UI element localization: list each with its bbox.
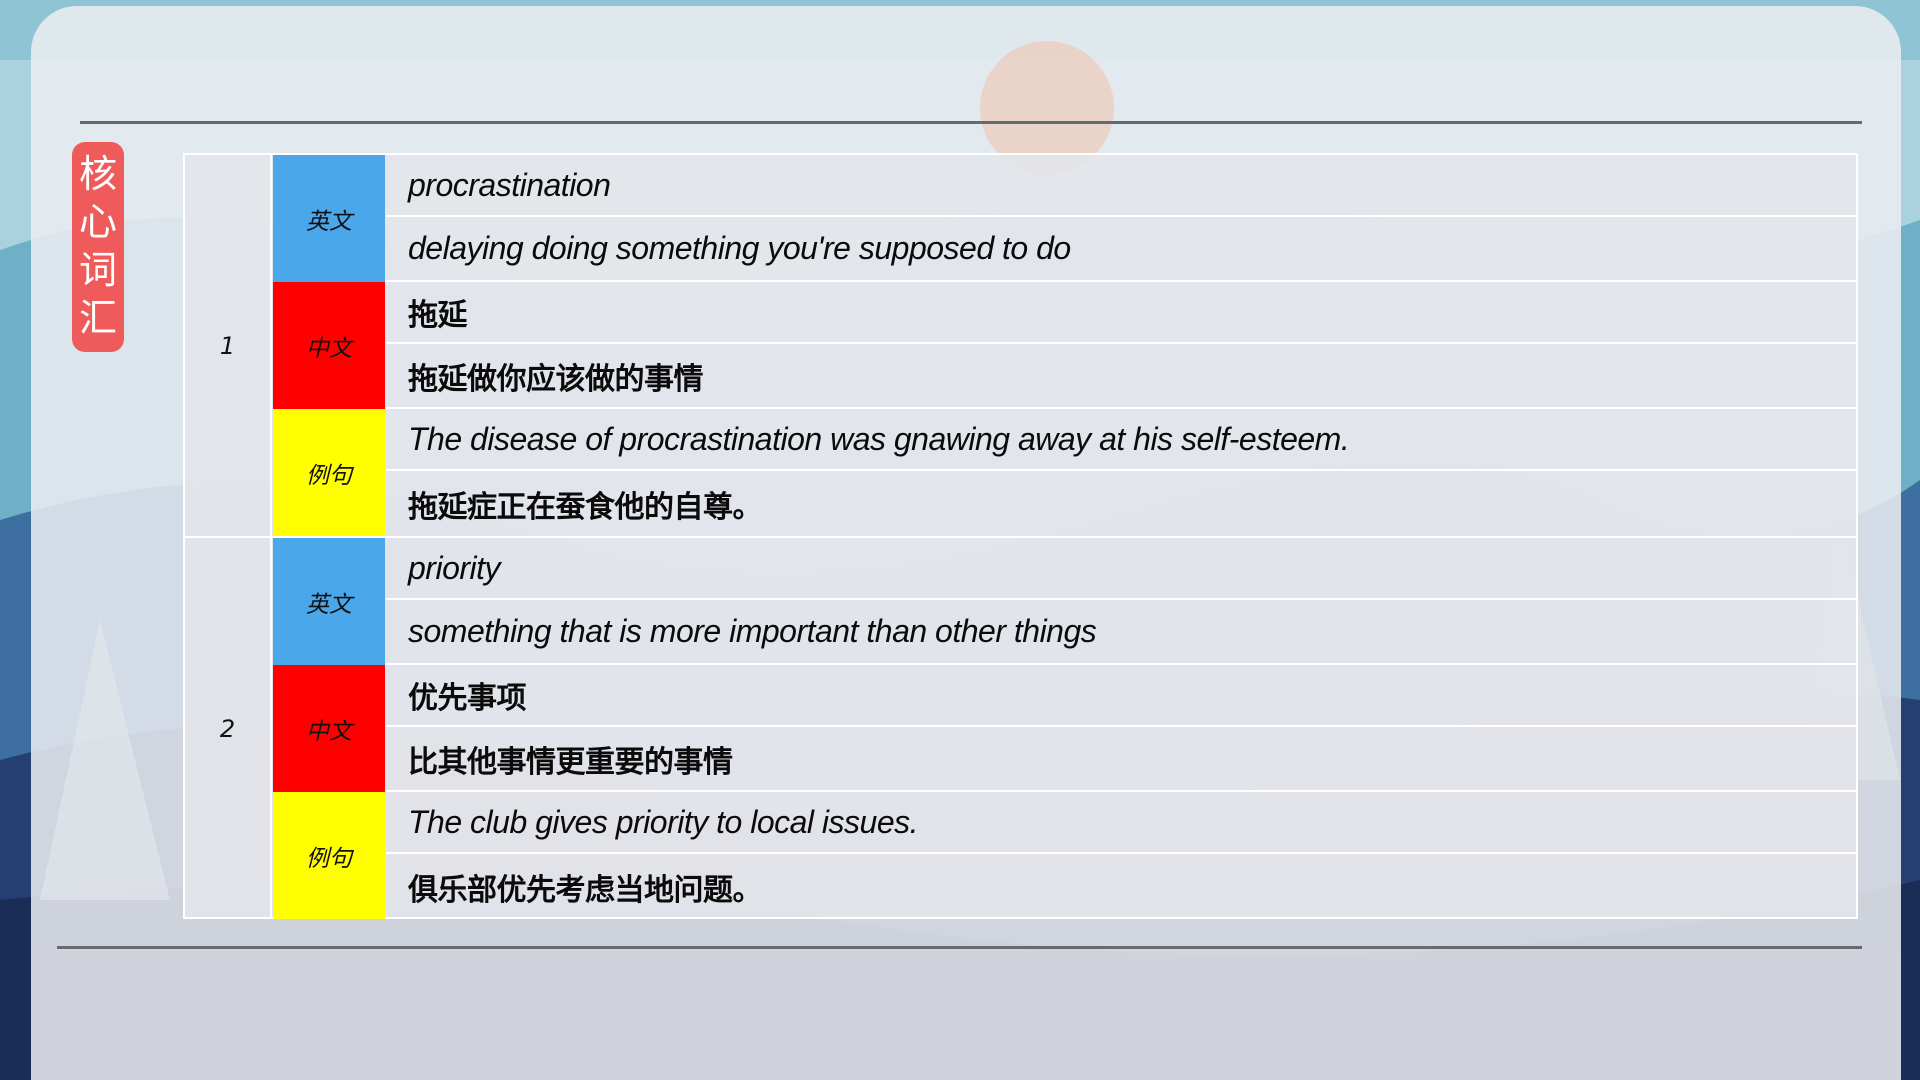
english-tag: 英文 [273, 538, 385, 665]
bottom-divider [57, 946, 1862, 949]
example-sentence-chinese: 拖延症正在蚕食他的自尊。 [408, 489, 763, 525]
vocab-entry-1: 1 英文 中文 例句 procrastination delaying doin… [185, 155, 1856, 536]
example-sentence-english: The club gives priority to local issues. [386, 792, 1856, 854]
example-tag: 例句 [273, 409, 385, 536]
english-word: procrastination [386, 155, 1856, 217]
example-sentence-chinese: 俱乐部优先考虑当地问题。 [408, 872, 763, 908]
english-word: priority [386, 538, 1856, 600]
chinese-definition: 比其他事情更重要的事情 [386, 727, 1856, 792]
example-sentence-english: The disease of procrastination was gnawi… [386, 409, 1856, 471]
chinese-tag: 中文 [273, 282, 385, 409]
english-definition: delaying doing something you're supposed… [386, 217, 1856, 282]
section-label: 核心词汇 [72, 142, 124, 352]
english-definition: something that is more important than ot… [386, 600, 1856, 665]
chinese-word: 优先事项 [386, 665, 1856, 727]
entry-number: 1 [185, 155, 272, 536]
entry-number: 2 [185, 538, 272, 919]
english-tag: 英文 [273, 155, 385, 282]
example-tag: 例句 [273, 792, 385, 919]
top-divider [80, 121, 1862, 124]
chinese-word: 拖延 [386, 282, 1856, 344]
card-footer-area [31, 948, 1901, 1080]
vocabulary-table: 1 英文 中文 例句 procrastination delaying doin… [183, 153, 1858, 919]
vocab-entry-2: 2 英文 中文 例句 priority something that is mo… [185, 538, 1856, 919]
chinese-definition: 拖延做你应该做的事情 [386, 344, 1856, 409]
chinese-tag: 中文 [273, 665, 385, 792]
